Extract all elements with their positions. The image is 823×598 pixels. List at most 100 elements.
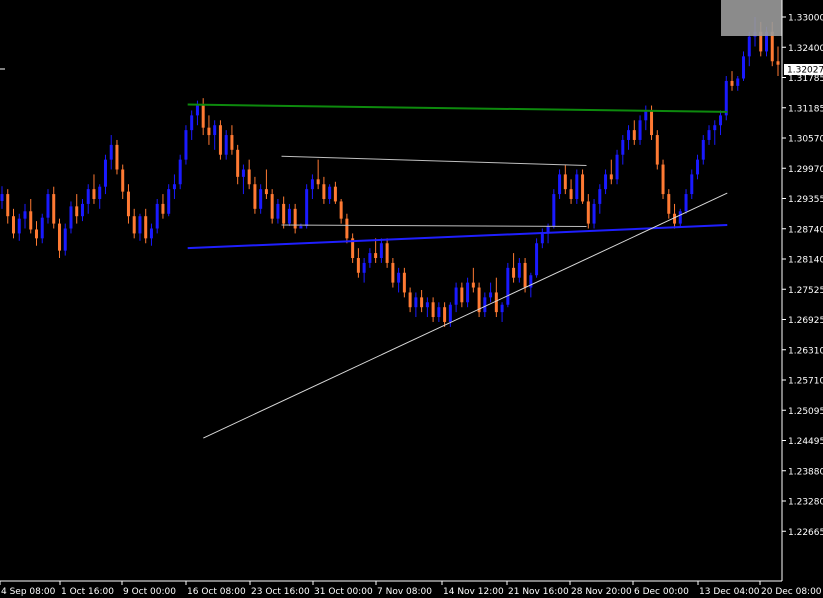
y-tick-label: 1.27525 <box>788 286 823 296</box>
candle-body <box>609 174 613 180</box>
candle-body <box>443 307 447 322</box>
candle-body <box>598 189 602 204</box>
candle-body <box>604 174 608 190</box>
candle-body <box>368 253 372 263</box>
candle-body <box>776 61 780 65</box>
candle-body <box>138 216 142 234</box>
candle-body <box>287 208 291 224</box>
x-tick-label: 21 Nov 16:00 <box>508 587 569 597</box>
candle-body <box>747 36 751 57</box>
candle-body <box>489 292 493 298</box>
candle-body <box>402 272 406 293</box>
y-tick-label: 1.31785 <box>788 74 823 84</box>
candle-body <box>69 206 73 229</box>
y-tick-label: 1.28140 <box>788 256 823 266</box>
candle-body <box>586 201 590 224</box>
candle-body <box>126 191 130 217</box>
current-price-label: 1.32027 <box>784 64 823 76</box>
candle-body <box>655 135 659 165</box>
candle-body <box>282 203 286 224</box>
candle-body <box>190 115 194 131</box>
candle-body <box>431 302 435 318</box>
x-tick-label: 23 Oct 16:00 <box>251 587 310 597</box>
x-tick-label: 20 Dec 08:00 <box>761 587 822 597</box>
candle-body <box>339 201 343 219</box>
candle-body <box>6 194 10 217</box>
candle-body <box>230 135 234 150</box>
candle-body <box>121 169 125 192</box>
candle-body <box>236 149 240 177</box>
candle-body <box>437 307 441 318</box>
candle-body <box>11 216 15 234</box>
candle-body <box>17 218 21 234</box>
candle-body <box>627 130 631 140</box>
candle-body <box>621 139 625 155</box>
candle-body <box>471 282 475 288</box>
candlestick-chart: 1.33000 1.32400 1.31785 1.31185 1.30570 1.299… <box>0 0 823 598</box>
candle-body <box>650 110 654 136</box>
x-tick-label: 9 Oct 00:00 <box>123 587 176 597</box>
candle-body <box>460 287 464 303</box>
x-tick-label: 16 Oct 08:00 <box>187 587 246 597</box>
x-tick-label: 13 Dec 04:00 <box>699 587 760 597</box>
y-tick-label: 1.30570 <box>788 135 823 145</box>
candle-body <box>512 267 516 278</box>
candle-body <box>558 174 562 195</box>
candle-body <box>103 159 107 187</box>
candle-body <box>247 169 251 185</box>
x-tick-label: 31 Oct 00:00 <box>314 587 373 597</box>
candle-body <box>362 262 366 273</box>
y-tick-label: 1.26310 <box>788 346 823 356</box>
candle-body <box>552 194 556 227</box>
candle-body <box>696 159 700 175</box>
candle-body <box>391 262 395 283</box>
candle-body <box>201 105 205 128</box>
y-tick-label: 1.26925 <box>788 316 823 326</box>
candle-body <box>167 189 171 214</box>
y-tick-label: 1.24495 <box>788 437 823 447</box>
candle-body <box>299 226 303 229</box>
candle-body <box>466 282 470 303</box>
candle-body <box>523 262 527 288</box>
candle-body <box>385 243 389 263</box>
candle-body <box>218 125 222 155</box>
y-tick-label: 1.23280 <box>788 498 823 508</box>
candle-body <box>92 189 96 199</box>
candle-body <box>63 228 67 251</box>
candle-body <box>115 144 119 170</box>
x-tick-label: 1 Oct 16:00 <box>61 587 114 597</box>
candle-body <box>770 31 774 62</box>
candle-body <box>730 80 734 86</box>
candle-body <box>420 297 424 308</box>
candle-body <box>155 203 159 229</box>
candle-body <box>638 120 642 140</box>
candle-body <box>270 194 274 219</box>
x-tick-label: 4 Sep 08:00 <box>1 587 56 597</box>
candle-body <box>75 206 79 217</box>
candle-body <box>379 243 383 259</box>
current-price-text: 1.32027 <box>787 66 823 76</box>
candle-body <box>184 130 188 160</box>
candle-body <box>23 211 27 219</box>
candle-body <box>259 189 263 209</box>
candle-body <box>144 216 148 239</box>
candle-body <box>328 186 332 199</box>
candle-body <box>397 272 401 283</box>
candle-body <box>207 127 211 136</box>
candle-body <box>34 229 38 239</box>
candle-body <box>80 203 84 217</box>
candle-body <box>253 184 257 209</box>
candle-body <box>701 139 705 160</box>
candle-body <box>661 164 665 195</box>
candle-body <box>454 287 458 305</box>
candle-body <box>29 211 33 230</box>
candle-body <box>494 292 498 313</box>
overlay-box <box>721 0 782 36</box>
x-tick-label: 6 Dec 00:00 <box>634 587 689 597</box>
candle-body <box>615 154 619 180</box>
y-tick-label: 1.28740 <box>788 225 823 235</box>
candle-body <box>172 184 176 190</box>
candle-body <box>46 194 50 218</box>
candle-body <box>713 125 717 131</box>
candle-body <box>736 78 740 86</box>
